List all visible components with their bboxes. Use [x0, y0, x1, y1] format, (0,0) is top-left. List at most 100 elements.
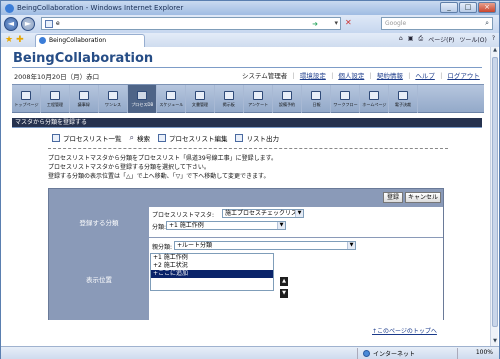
menu-item-mail[interactable]: ワンレス: [99, 85, 128, 113]
address-toolbar: ◄ ► e ➜ ▾ ✕ Google ⌕: [1, 15, 499, 33]
menu-item-top[interactable]: トップページ: [12, 85, 41, 113]
home-icon: [21, 90, 31, 100]
sub-navigation: プロセスリスト一覧 ⌕ 検索 プロセスリスト編集 リスト出力: [52, 133, 279, 143]
calendar-icon: [166, 90, 176, 100]
form-button-row: 登録 キャンセル: [49, 189, 443, 206]
env-settings-link[interactable]: 環境設定: [300, 70, 326, 80]
master-select[interactable]: 施工プロセスチェックリスト ▼: [222, 209, 304, 218]
master-label: プロセスリストマスタ:: [152, 212, 215, 219]
minimize-button[interactable]: _: [440, 2, 458, 13]
scroll-up-icon[interactable]: ▲: [491, 47, 499, 55]
approval-icon: [398, 90, 408, 100]
scroll-down-icon[interactable]: ▼: [491, 338, 499, 346]
instruction-line: プロセスリストマスタから分類をプロセスリスト「県道39号線工事」に登録します。: [48, 155, 278, 162]
register-button[interactable]: 登録: [383, 192, 403, 203]
security-zone: インターネット: [363, 349, 415, 358]
web-icon: [369, 90, 379, 100]
go-icon[interactable]: ➜: [312, 19, 318, 30]
personal-settings-link[interactable]: 個人設定: [338, 70, 364, 80]
instruction-line: 登録する分類の表示位置は「△」で上へ移動、「▽」で下へ移動して変更できます。: [48, 173, 270, 180]
mail-icon: [108, 90, 118, 100]
list-icon: [52, 134, 60, 142]
category-row-value: プロセスリストマスタ: 施工プロセスチェックリスト ▼ 分類: +1 施工作例 …: [150, 207, 443, 237]
search-input[interactable]: Google ⌕: [381, 17, 493, 30]
edit-icon: [157, 134, 166, 142]
menu-item-approval[interactable]: 電子決裁: [389, 85, 418, 113]
menu-item-minutes[interactable]: 議事録: [70, 85, 99, 113]
search-icon[interactable]: ⌕: [485, 18, 489, 29]
address-url: e: [56, 20, 60, 27]
forward-button[interactable]: ►: [21, 17, 35, 31]
feeds-icon[interactable]: ▣: [408, 35, 414, 44]
move-down-button[interactable]: ▼: [280, 289, 288, 298]
link-separator: ｜: [405, 72, 413, 80]
page-top-link[interactable]: ↑このページのトップへ: [372, 326, 437, 335]
help-icon[interactable]: ?: [492, 35, 495, 44]
zone-label: インターネット: [373, 351, 416, 358]
add-favorite-icon[interactable]: ✚: [16, 35, 24, 45]
maximize-button[interactable]: □: [459, 2, 477, 13]
favorites-star-icon[interactable]: ★: [5, 35, 13, 45]
list-item[interactable]: +1 施工作例: [151, 254, 273, 262]
page-icon: [45, 20, 53, 28]
window-controls: _ □ ×: [440, 2, 496, 13]
board-icon: [224, 90, 234, 100]
scroll-thumb[interactable]: [492, 57, 498, 327]
browser-window: BeingCollaboration - Windows Internet Ex…: [0, 0, 500, 359]
menu-item-processdb[interactable]: プロセスDB: [128, 85, 157, 113]
export-list-link[interactable]: リスト出力: [235, 133, 279, 143]
contract-info-link[interactable]: 契約情報: [377, 70, 403, 80]
list-item-selected[interactable]: +ここに追加: [151, 270, 273, 278]
move-up-button[interactable]: ▲: [280, 277, 288, 286]
link-separator: ｜: [328, 72, 336, 80]
link-separator: ｜: [367, 72, 374, 80]
cancel-button[interactable]: キャンセル: [405, 192, 441, 203]
section-header: マスタから分類を登録する: [12, 118, 482, 127]
position-listbox[interactable]: +1 施工作例 +2 施工状況 +ここに追加: [150, 253, 274, 291]
category-select[interactable]: +1 施工作例 ▼: [166, 221, 286, 230]
menu-item-reserve[interactable]: 設備予約: [273, 85, 302, 113]
back-button[interactable]: ◄: [4, 17, 18, 31]
category-row: 登録する分類 プロセスリストマスタ: 施工プロセスチェックリスト ▼ 分類: +…: [49, 207, 443, 237]
help-link[interactable]: ヘルプ: [415, 70, 435, 80]
folder-icon: [195, 90, 205, 100]
page-menu[interactable]: ページ(P): [428, 35, 454, 44]
menu-item-documents[interactable]: 文書管理: [186, 85, 215, 113]
menu-item-process[interactable]: 工程管理: [41, 85, 70, 113]
vertical-scrollbar[interactable]: ▲ ▼: [490, 47, 498, 346]
process-list-link[interactable]: プロセスリスト一覧: [52, 133, 122, 143]
print-icon[interactable]: ⎙: [418, 35, 423, 44]
process-icon: [50, 90, 60, 100]
menu-item-survey[interactable]: アンケート: [244, 85, 273, 113]
database-icon: [137, 90, 147, 100]
address-input[interactable]: e ➜ ▾: [41, 17, 341, 30]
search-link[interactable]: ⌕ 検索: [130, 133, 150, 143]
tools-menu[interactable]: ツール(O): [459, 35, 486, 44]
ie-logo-icon: [5, 3, 14, 13]
main-menu: トップページ 工程管理 議事録 ワンレス プロセスDB スケジュール 文書管理 …: [12, 84, 484, 113]
menu-item-workflow[interactable]: ワークフロー: [331, 85, 360, 113]
magnifier-icon: ⌕: [129, 133, 134, 142]
home-icon[interactable]: ⌂: [399, 35, 403, 44]
zoom-level[interactable]: 100%: [476, 349, 493, 356]
menu-item-board[interactable]: 掲示板: [215, 85, 244, 113]
logout-link[interactable]: ログアウト: [447, 70, 480, 80]
command-bar: ⌂ ▣ ⎙ ページ(P) ツール(O) ?: [399, 35, 495, 44]
edit-list-link[interactable]: プロセスリスト編集: [157, 133, 227, 143]
report-icon: [311, 90, 321, 100]
workflow-icon: [340, 90, 350, 100]
stop-icon[interactable]: ✕: [345, 18, 352, 27]
menu-item-schedule[interactable]: スケジュール: [157, 85, 186, 113]
parent-select[interactable]: +ルート分類 ▼: [174, 241, 356, 250]
instructions: プロセスリストマスタから分類をプロセスリスト「県道39号線工事」に登録します。 …: [48, 154, 277, 181]
menu-item-report[interactable]: 日報: [302, 85, 331, 113]
close-button[interactable]: ×: [478, 2, 496, 13]
minutes-icon: [79, 90, 89, 100]
tab-beingcollaboration[interactable]: BeingCollaboration: [35, 34, 145, 47]
current-date: 2008年10月20日（月）赤口: [14, 73, 100, 81]
menu-item-web[interactable]: ホームページ: [360, 85, 389, 113]
position-row-label: 表示位置: [49, 238, 149, 320]
chevron-down-icon[interactable]: ▾: [334, 18, 338, 29]
list-item[interactable]: +2 施工状況: [151, 262, 273, 270]
reserve-icon: [282, 90, 292, 100]
